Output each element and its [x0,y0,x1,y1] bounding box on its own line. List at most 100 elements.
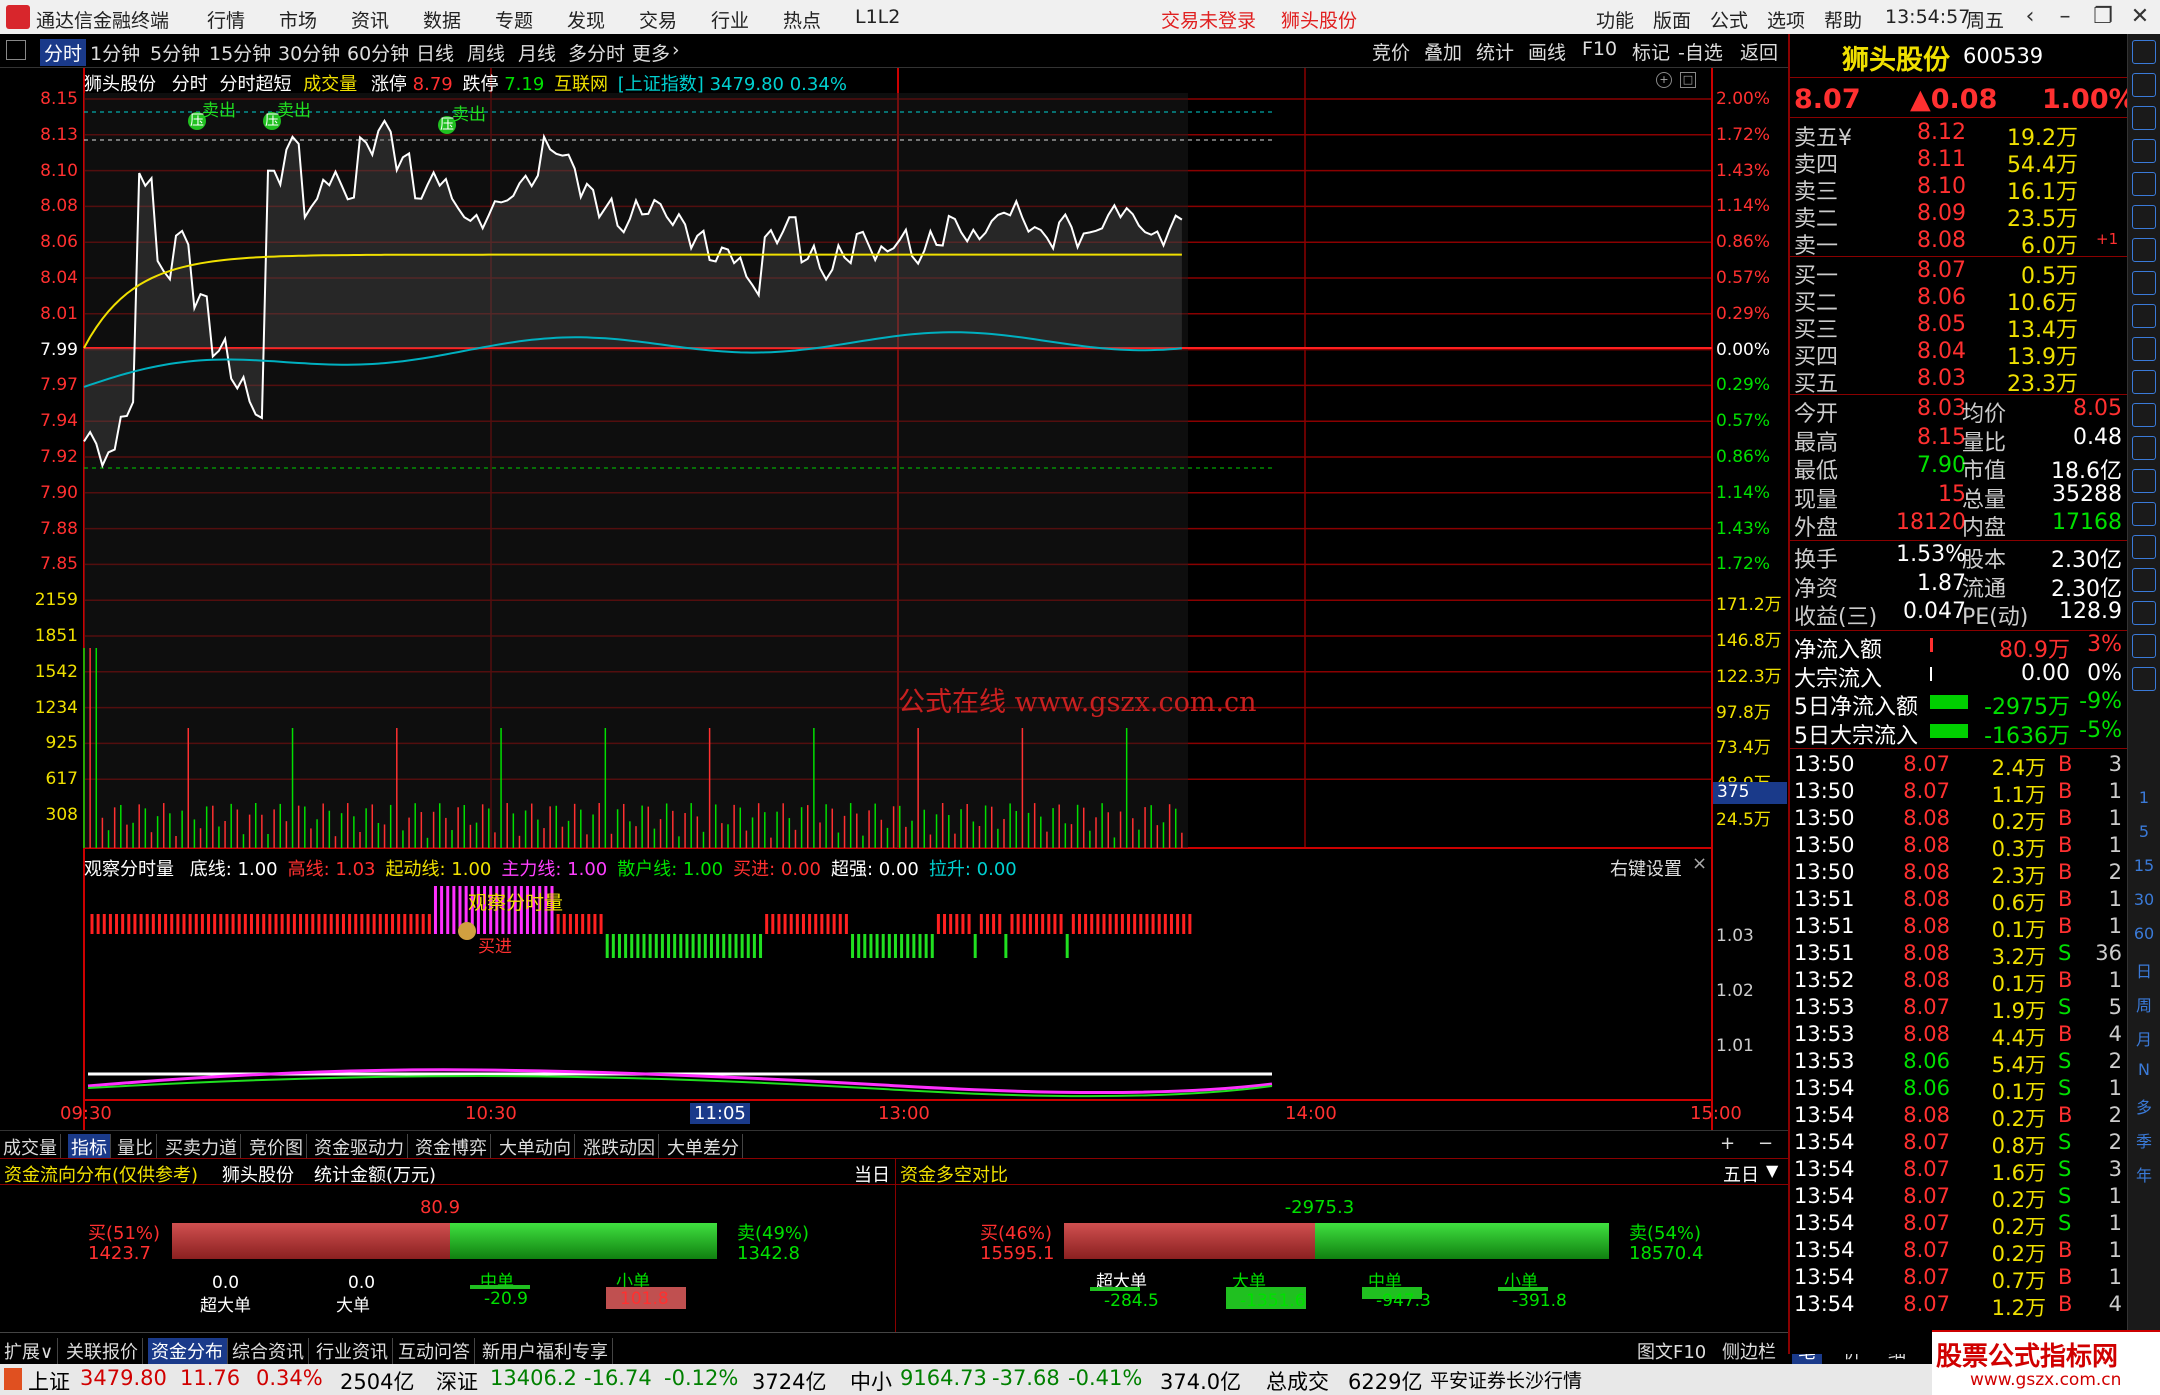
side-tool-icon[interactable] [2132,634,2156,658]
bottom-nav-item[interactable]: 行业资讯 [316,1338,393,1364]
zx-label[interactable]: 中小 [850,1366,892,1395]
intraday-chart[interactable] [0,68,1788,1130]
tab-weekly[interactable]: 周线 [467,39,505,66]
side-tool-icon[interactable] [2132,73,2156,97]
sh-label[interactable]: 上证 [28,1366,70,1395]
indicator-close-icon[interactable]: × [1692,853,1707,874]
side-tool-icon[interactable] [2132,601,2156,625]
tab-daily[interactable]: 日线 [416,39,454,66]
chevron-right-icon[interactable]: › [672,39,680,61]
side-period-button[interactable]: 60 [2130,924,2158,943]
tool-unwatch[interactable]: -自选 [1678,38,1723,65]
indicator-settings[interactable]: 右键设置 [1610,855,1682,881]
menu-hq[interactable]: 行情 [207,6,245,33]
side-period-button[interactable]: 1 [2130,788,2158,807]
side-tool-icon[interactable] [2132,370,2156,394]
dropdown-icon[interactable]: ▼ [1766,1161,1778,1180]
side-tool-icon[interactable] [2132,469,2156,493]
btab-fund-drive[interactable]: 资金驱动力 [311,1134,408,1160]
tab-more[interactable]: 更多 [632,39,670,66]
side-tool-icon[interactable] [2132,568,2156,592]
chart-mode-intraday[interactable]: 分时 [172,74,208,95]
concept-tag[interactable]: 互联网 [554,74,608,95]
btab-big-diff[interactable]: 大单差分 [664,1134,743,1160]
side-period-button[interactable]: 周 [2130,992,2158,1016]
bottom-nav-item[interactable]: 资金分布 [148,1338,228,1364]
menu-discover[interactable]: 发现 [567,6,605,33]
menu-hot[interactable]: 热点 [783,6,821,33]
btab-rise-fall[interactable]: 涨跌动因 [580,1134,659,1160]
bottom-nav-item[interactable]: 新用户福利专享 [482,1338,613,1364]
side-tool-icon[interactable] [2132,436,2156,460]
tab-60min[interactable]: 60分钟 [347,39,409,66]
menu-options[interactable]: 选项 [1767,6,1805,33]
side-period-button[interactable]: 多 [2130,1094,2158,1118]
side-tool-icon[interactable] [2132,667,2156,691]
menu-news[interactable]: 资讯 [351,6,389,33]
bottom-nav-item[interactable]: 综合资讯 [232,1338,309,1364]
tool-draw[interactable]: 画线 [1528,38,1566,65]
menu-trade[interactable]: 交易 [639,6,677,33]
menu-topic[interactable]: 专题 [495,6,533,33]
side-period-button[interactable]: 季 [2130,1128,2158,1152]
trade-login-status[interactable]: 交易未登录 [1161,6,1256,33]
tab-monthly[interactable]: 月线 [518,39,556,66]
bottom-nav-item[interactable]: 扩展∨ [4,1338,59,1364]
tab-intraday[interactable]: 分时 [40,39,87,66]
side-period-button[interactable]: 日 [2130,958,2158,982]
btab-volume[interactable]: 成交量 [0,1134,61,1160]
side-period-button[interactable]: 5 [2130,822,2158,841]
zoom-out-icon[interactable]: − [1758,1133,1773,1154]
tab-1min[interactable]: 1分钟 [90,39,140,66]
flow-right-period[interactable]: 五日 [1723,1161,1759,1187]
side-tool-icon[interactable] [2132,172,2156,196]
tab-30min[interactable]: 30分钟 [278,39,340,66]
side-tool-icon[interactable] [2132,337,2156,361]
menu-industry[interactable]: 行业 [711,6,749,33]
chart-mode-short[interactable]: 分时超短 [219,74,291,95]
restore-icon[interactable]: ❐ [2088,4,2118,30]
btab-volratio[interactable]: 量比 [114,1134,157,1160]
indicator-title[interactable]: 观察分时量 [84,859,174,880]
side-period-button[interactable]: N [2130,1060,2158,1079]
side-tool-icon[interactable] [2132,139,2156,163]
menu-data[interactable]: 数据 [423,6,461,33]
side-period-button[interactable]: 年 [2130,1162,2158,1186]
tool-f10[interactable]: F10 [1582,38,1617,60]
panel-toggle-icon[interactable] [6,40,26,60]
side-period-button[interactable]: 30 [2130,890,2158,909]
side-tool-icon[interactable] [2132,271,2156,295]
close-icon[interactable]: ✕ [2125,4,2155,30]
back-icon[interactable]: ‹ [2015,4,2045,30]
side-tool-icon[interactable] [2132,304,2156,328]
tab-15min[interactable]: 15分钟 [209,39,271,66]
tab-5min[interactable]: 5分钟 [150,39,200,66]
menu-help[interactable]: 帮助 [1824,6,1862,33]
tool-back[interactable]: 返回 [1740,38,1778,65]
menu-formula[interactable]: 公式 [1710,6,1748,33]
btab-indicator[interactable]: 指标 [68,1134,111,1160]
menu-function[interactable]: 功能 [1596,6,1634,33]
chart-settings-icon[interactable]: + [1656,72,1672,88]
side-period-button[interactable]: 月 [2130,1026,2158,1050]
side-tool-icon[interactable] [2132,205,2156,229]
side-tool-icon[interactable] [2132,535,2156,559]
btab-big-order[interactable]: 大单动向 [496,1134,575,1160]
menu-market[interactable]: 市场 [279,6,317,33]
btab-fund-game[interactable]: 资金博弈 [412,1134,491,1160]
bottom-nav-item[interactable]: 关联报价 [66,1338,143,1364]
tool-mark[interactable]: 标记 [1632,38,1670,65]
tool-overlay[interactable]: 叠加 [1424,38,1462,65]
sz-label[interactable]: 深证 [436,1366,478,1395]
menu-layout[interactable]: 版面 [1653,6,1691,33]
tab-multi[interactable]: 多分时 [568,39,625,66]
minimize-icon[interactable]: – [2050,4,2080,30]
btab-buysell[interactable]: 买卖力道 [162,1134,241,1160]
sidebar-toggle[interactable]: 侧边栏 [1722,1338,1776,1364]
flow-left-period[interactable]: 当日 [854,1161,890,1187]
side-tool-icon[interactable] [2132,502,2156,526]
chart-expand-icon[interactable]: □ [1680,72,1696,88]
menu-l1l2[interactable]: L1L2 [855,6,900,28]
btab-auction[interactable]: 竞价图 [246,1134,307,1160]
side-tool-icon[interactable] [2132,40,2156,64]
